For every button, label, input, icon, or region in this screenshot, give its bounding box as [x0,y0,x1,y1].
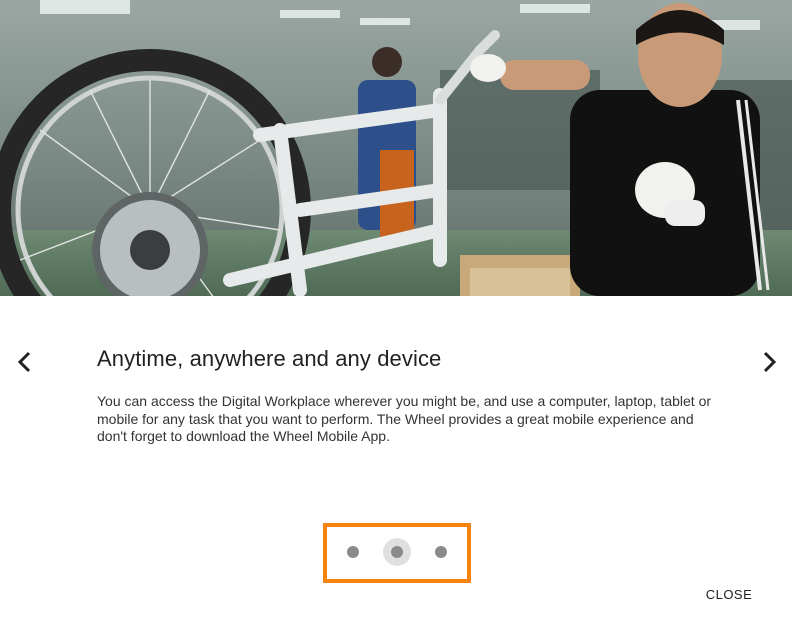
slide-description: You can access the Digital Workplace whe… [97,393,712,444]
dot-icon [391,546,403,558]
hero-image [0,0,792,296]
chevron-left-icon [17,351,31,373]
close-button[interactable]: CLOSE [696,580,762,608]
pager-dot-1[interactable] [339,538,367,566]
chevron-right-icon [763,351,777,373]
pager-dot-3[interactable] [427,538,455,566]
next-slide-button[interactable] [752,345,786,379]
previous-slide-button[interactable] [8,345,42,379]
dot-icon [347,546,359,558]
slide-title: Anytime, anywhere and any device [97,346,442,371]
dot-icon [435,546,447,558]
pager-dot-2-active[interactable] [383,538,411,566]
